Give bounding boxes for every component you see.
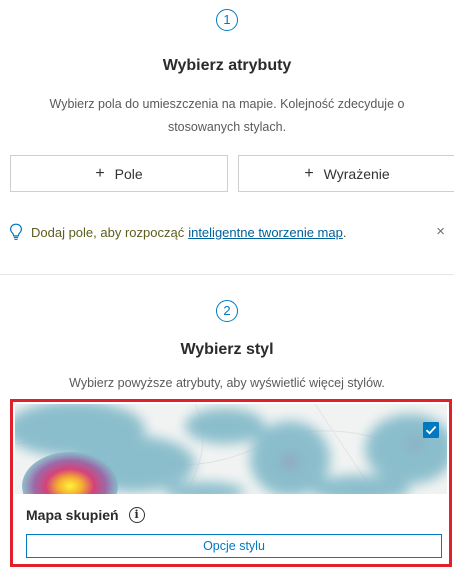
step-1-number: 1 — [223, 12, 231, 27]
style-card-title: Mapa skupień i — [26, 507, 145, 523]
step-2-title: Wybierz styl — [180, 341, 274, 358]
add-expression-button[interactable]: + Wyrażenie — [238, 155, 454, 192]
style-options-button[interactable]: Opcje stylu — [26, 534, 442, 558]
step-2-description: Wybierz powyższe atrybuty, aby wyświetli… — [69, 376, 385, 390]
add-expression-label: Wyrażenie — [323, 165, 390, 182]
step-1-indicator: 1 — [216, 9, 238, 31]
check-icon — [425, 425, 437, 435]
section-divider — [0, 274, 454, 275]
lightbulb-icon — [9, 223, 23, 240]
hint-text: Dodaj pole, aby rozpocząć — [31, 224, 185, 240]
step-1-description: Wybierz pola do umieszczenia na mapie. K… — [20, 93, 434, 139]
hint-suffix: . — [342, 224, 347, 240]
heatmap-style-card[interactable]: Mapa skupień i Opcje stylu — [10, 399, 452, 567]
smart-mapping-hint: Dodaj pole, aby rozpocząć inteligentne t… — [9, 221, 449, 243]
style-name: Mapa skupień — [26, 507, 119, 523]
step-2-indicator: 2 — [216, 300, 238, 322]
style-selected-checkbox[interactable] — [423, 422, 439, 438]
heatmap-preview — [15, 404, 447, 494]
step-1-description-line-2: stosowanych stylach. — [167, 120, 287, 134]
info-icon[interactable]: i — [128, 507, 145, 523]
smart-mapping-link[interactable]: inteligentne tworzenie map — [188, 225, 343, 240]
step-1-title: Wybierz atrybuty — [162, 57, 292, 74]
plus-icon: + — [304, 164, 314, 182]
add-field-label: Pole — [114, 165, 143, 182]
add-field-button[interactable]: + Pole — [10, 155, 228, 192]
step-1-description-line-1: Wybierz pola do umieszczenia na mapie. K… — [49, 97, 405, 111]
step-2-number: 2 — [223, 303, 231, 318]
close-hint-icon[interactable]: × — [436, 223, 445, 240]
plus-icon: + — [95, 164, 105, 182]
